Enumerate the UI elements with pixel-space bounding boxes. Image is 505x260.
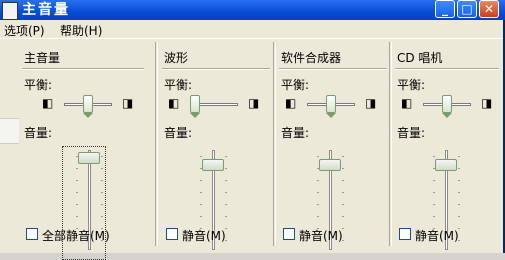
mute-label: 静音(M) xyxy=(415,229,459,243)
column-separator xyxy=(273,42,276,246)
header-divider xyxy=(395,68,499,70)
balance-label: 平衡: xyxy=(397,78,426,92)
menu-options[interactable]: 选项(P) xyxy=(4,22,45,39)
column-header: 软件合成器 xyxy=(281,51,342,65)
close-button[interactable]: ✕ xyxy=(479,0,499,18)
volume-thumb[interactable] xyxy=(319,158,341,171)
right-speaker-icon: ◨ xyxy=(481,96,493,110)
volume-label: 音量: xyxy=(164,126,193,140)
balance-slider[interactable]: ◧ ◨ xyxy=(42,94,142,118)
balance-label: 平衡: xyxy=(281,78,310,92)
header-divider xyxy=(22,68,144,70)
right-speaker-icon: ◨ xyxy=(122,96,134,110)
minimize-button[interactable]: _ xyxy=(435,0,455,18)
window-title: 主音量 xyxy=(22,2,70,18)
cd-player-column: CD 唱机 平衡: ◧ ◨ 音量: 静音(M) xyxy=(395,40,501,250)
maximize-button[interactable]: □ xyxy=(457,0,477,18)
left-speaker-icon: ◧ xyxy=(401,96,413,110)
volume-label: 音量: xyxy=(397,126,426,140)
menu-help[interactable]: 帮助(H) xyxy=(60,22,102,39)
header-divider xyxy=(162,68,270,70)
balance-thumb[interactable] xyxy=(190,95,200,118)
volume-label: 音量: xyxy=(24,126,53,140)
left-speaker-icon: ◧ xyxy=(42,96,54,110)
mute-label: 静音(M) xyxy=(182,229,226,243)
speaker-app-icon xyxy=(2,2,18,20)
volume-thumb[interactable] xyxy=(78,151,100,164)
column-header: CD 唱机 xyxy=(397,51,443,65)
left-speaker-icon: ◧ xyxy=(168,96,180,110)
column-separator xyxy=(389,42,392,246)
balance-slider[interactable]: ◧ ◨ xyxy=(168,94,268,118)
volume-control-window: 主音量 _ □ ✕ 选项(P) 帮助(H) 主音量 平衡: ◧ ◨ 音量: 全部… xyxy=(0,0,505,260)
balance-slider[interactable]: ◧ ◨ xyxy=(285,94,385,118)
header-divider xyxy=(279,68,387,70)
checkbox-box[interactable] xyxy=(26,228,38,240)
title-bar[interactable]: 主音量 _ □ ✕ xyxy=(0,0,505,20)
volume-thumb[interactable] xyxy=(435,158,457,171)
balance-label: 平衡: xyxy=(24,78,53,92)
wave-column: 波形 平衡: ◧ ◨ 音量: 静音(M) xyxy=(162,40,272,250)
master-volume-column: 主音量 平衡: ◧ ◨ 音量: 全部静音(M) xyxy=(22,40,152,260)
balance-thumb[interactable] xyxy=(442,95,452,118)
column-header: 波形 xyxy=(164,51,189,65)
right-speaker-icon: ◨ xyxy=(248,96,260,110)
balance-thumb[interactable] xyxy=(326,95,336,118)
left-edge-panel xyxy=(0,118,19,144)
column-header: 主音量 xyxy=(24,51,61,65)
balance-thumb[interactable] xyxy=(83,95,93,118)
checkbox-box[interactable] xyxy=(399,228,411,240)
menu-bar: 选项(P) 帮助(H) xyxy=(0,20,503,39)
balance-label: 平衡: xyxy=(164,78,193,92)
sw-synth-column: 软件合成器 平衡: ◧ ◨ 音量: 静音(M) xyxy=(279,40,389,250)
mute-label: 静音(M) xyxy=(299,229,343,243)
right-speaker-icon: ◨ xyxy=(365,96,377,110)
mute-label: 全部静音(M) xyxy=(42,229,110,243)
volume-label: 音量: xyxy=(281,126,310,140)
balance-slider[interactable]: ◧ ◨ xyxy=(401,94,501,118)
checkbox-box[interactable] xyxy=(283,228,295,240)
checkbox-box[interactable] xyxy=(166,228,178,240)
volume-thumb[interactable] xyxy=(202,158,224,171)
column-separator xyxy=(155,42,158,246)
left-speaker-icon: ◧ xyxy=(285,96,297,110)
